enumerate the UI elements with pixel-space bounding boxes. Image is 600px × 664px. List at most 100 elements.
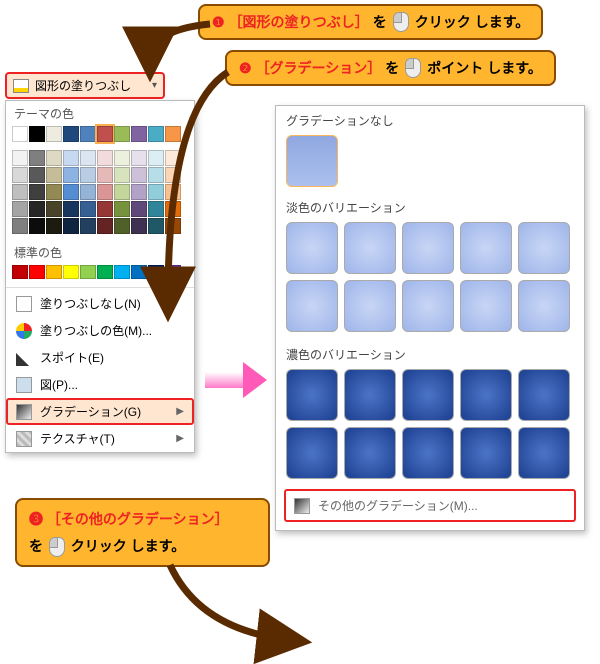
theme-swatch[interactable] bbox=[148, 201, 164, 217]
gradient-tile[interactable] bbox=[402, 427, 454, 479]
theme-swatch[interactable] bbox=[148, 218, 164, 234]
theme-swatch[interactable] bbox=[29, 218, 45, 234]
theme-swatch[interactable] bbox=[165, 184, 181, 200]
theme-swatch[interactable] bbox=[114, 184, 130, 200]
theme-swatch[interactable] bbox=[46, 167, 62, 183]
theme-swatch[interactable] bbox=[29, 184, 45, 200]
eyedropper-item[interactable]: スポイト(E) bbox=[6, 344, 194, 371]
theme-swatch[interactable] bbox=[165, 126, 181, 142]
theme-swatch[interactable] bbox=[165, 150, 181, 166]
texture-item[interactable]: テクスチャ(T) ▶ bbox=[6, 425, 194, 452]
standard-swatch[interactable] bbox=[29, 265, 45, 279]
gradient-tile[interactable] bbox=[518, 369, 570, 421]
gradient-item[interactable]: グラデーション(G) ▶ bbox=[6, 398, 194, 425]
standard-swatch[interactable] bbox=[165, 265, 181, 279]
theme-swatch[interactable] bbox=[46, 150, 62, 166]
theme-swatch[interactable] bbox=[165, 201, 181, 217]
standard-swatch[interactable] bbox=[97, 265, 113, 279]
more-gradients-item[interactable]: その他のグラデーション(M)... bbox=[284, 489, 576, 522]
theme-swatch[interactable] bbox=[80, 150, 96, 166]
gradient-tile[interactable] bbox=[286, 222, 338, 274]
standard-swatch[interactable] bbox=[63, 265, 79, 279]
theme-swatch[interactable] bbox=[63, 201, 79, 217]
theme-swatch[interactable] bbox=[46, 218, 62, 234]
standard-swatch[interactable] bbox=[12, 265, 28, 279]
theme-swatch[interactable] bbox=[114, 218, 130, 234]
gradient-tile[interactable] bbox=[460, 369, 512, 421]
theme-swatch[interactable] bbox=[29, 167, 45, 183]
theme-swatch[interactable] bbox=[80, 167, 96, 183]
theme-swatch[interactable] bbox=[148, 126, 164, 142]
gradient-tile[interactable] bbox=[460, 222, 512, 274]
theme-swatch[interactable] bbox=[29, 201, 45, 217]
theme-swatch[interactable] bbox=[97, 201, 113, 217]
picture-fill-item[interactable]: 図(P)... bbox=[6, 371, 194, 398]
gradient-tile[interactable] bbox=[518, 280, 570, 332]
standard-swatch[interactable] bbox=[131, 265, 147, 279]
theme-swatch[interactable] bbox=[131, 167, 147, 183]
theme-swatch[interactable] bbox=[12, 167, 28, 183]
theme-swatch[interactable] bbox=[12, 201, 28, 217]
no-gradient-tile[interactable] bbox=[286, 135, 338, 187]
gradient-tile[interactable] bbox=[344, 222, 396, 274]
theme-swatch[interactable] bbox=[63, 184, 79, 200]
theme-swatch[interactable] bbox=[12, 218, 28, 234]
theme-swatch[interactable] bbox=[29, 126, 45, 142]
gradient-tile[interactable] bbox=[344, 369, 396, 421]
theme-swatch[interactable] bbox=[114, 201, 130, 217]
theme-swatch[interactable] bbox=[114, 126, 130, 142]
gradient-tile[interactable] bbox=[286, 369, 338, 421]
theme-swatch[interactable] bbox=[63, 167, 79, 183]
theme-swatch[interactable] bbox=[114, 167, 130, 183]
theme-swatch[interactable] bbox=[97, 126, 113, 142]
theme-swatch[interactable] bbox=[148, 184, 164, 200]
theme-swatch[interactable] bbox=[80, 126, 96, 142]
more-fill-colors-item[interactable]: 塗りつぶしの色(M)... bbox=[6, 317, 194, 344]
gradient-tile[interactable] bbox=[402, 369, 454, 421]
theme-swatch[interactable] bbox=[131, 184, 147, 200]
theme-color-row bbox=[6, 124, 194, 148]
gradient-tile[interactable] bbox=[402, 280, 454, 332]
gradient-tile[interactable] bbox=[286, 427, 338, 479]
gradient-tile[interactable] bbox=[460, 427, 512, 479]
standard-swatch[interactable] bbox=[46, 265, 62, 279]
theme-swatch[interactable] bbox=[80, 218, 96, 234]
theme-swatch[interactable] bbox=[114, 150, 130, 166]
theme-swatch[interactable] bbox=[46, 126, 62, 142]
theme-swatch[interactable] bbox=[80, 201, 96, 217]
no-fill-item[interactable]: 塗りつぶしなし(N) bbox=[6, 290, 194, 317]
theme-swatch[interactable] bbox=[80, 184, 96, 200]
gradient-tile[interactable] bbox=[518, 427, 570, 479]
gradient-tile[interactable] bbox=[344, 427, 396, 479]
gradient-tile[interactable] bbox=[460, 280, 512, 332]
theme-swatch[interactable] bbox=[46, 201, 62, 217]
theme-swatch[interactable] bbox=[165, 218, 181, 234]
standard-swatch[interactable] bbox=[114, 265, 130, 279]
shape-fill-button[interactable]: 図形の塗りつぶし ▾ bbox=[5, 72, 165, 99]
theme-swatch[interactable] bbox=[29, 150, 45, 166]
theme-swatch[interactable] bbox=[97, 218, 113, 234]
gradient-tile[interactable] bbox=[344, 280, 396, 332]
gradient-tile[interactable] bbox=[402, 222, 454, 274]
theme-swatch[interactable] bbox=[97, 184, 113, 200]
gradient-tile[interactable] bbox=[518, 222, 570, 274]
theme-swatch[interactable] bbox=[63, 150, 79, 166]
standard-swatch[interactable] bbox=[148, 265, 164, 279]
theme-swatch[interactable] bbox=[165, 167, 181, 183]
gradient-tile[interactable] bbox=[286, 280, 338, 332]
theme-swatch[interactable] bbox=[97, 150, 113, 166]
theme-swatch[interactable] bbox=[63, 218, 79, 234]
theme-swatch[interactable] bbox=[63, 126, 79, 142]
theme-swatch[interactable] bbox=[12, 150, 28, 166]
theme-swatch[interactable] bbox=[131, 150, 147, 166]
theme-swatch[interactable] bbox=[131, 126, 147, 142]
theme-swatch[interactable] bbox=[46, 184, 62, 200]
theme-swatch[interactable] bbox=[97, 167, 113, 183]
theme-swatch[interactable] bbox=[12, 184, 28, 200]
theme-swatch[interactable] bbox=[131, 201, 147, 217]
theme-swatch[interactable] bbox=[131, 218, 147, 234]
theme-swatch[interactable] bbox=[148, 150, 164, 166]
standard-swatch[interactable] bbox=[80, 265, 96, 279]
theme-swatch[interactable] bbox=[148, 167, 164, 183]
theme-swatch[interactable] bbox=[12, 126, 28, 142]
